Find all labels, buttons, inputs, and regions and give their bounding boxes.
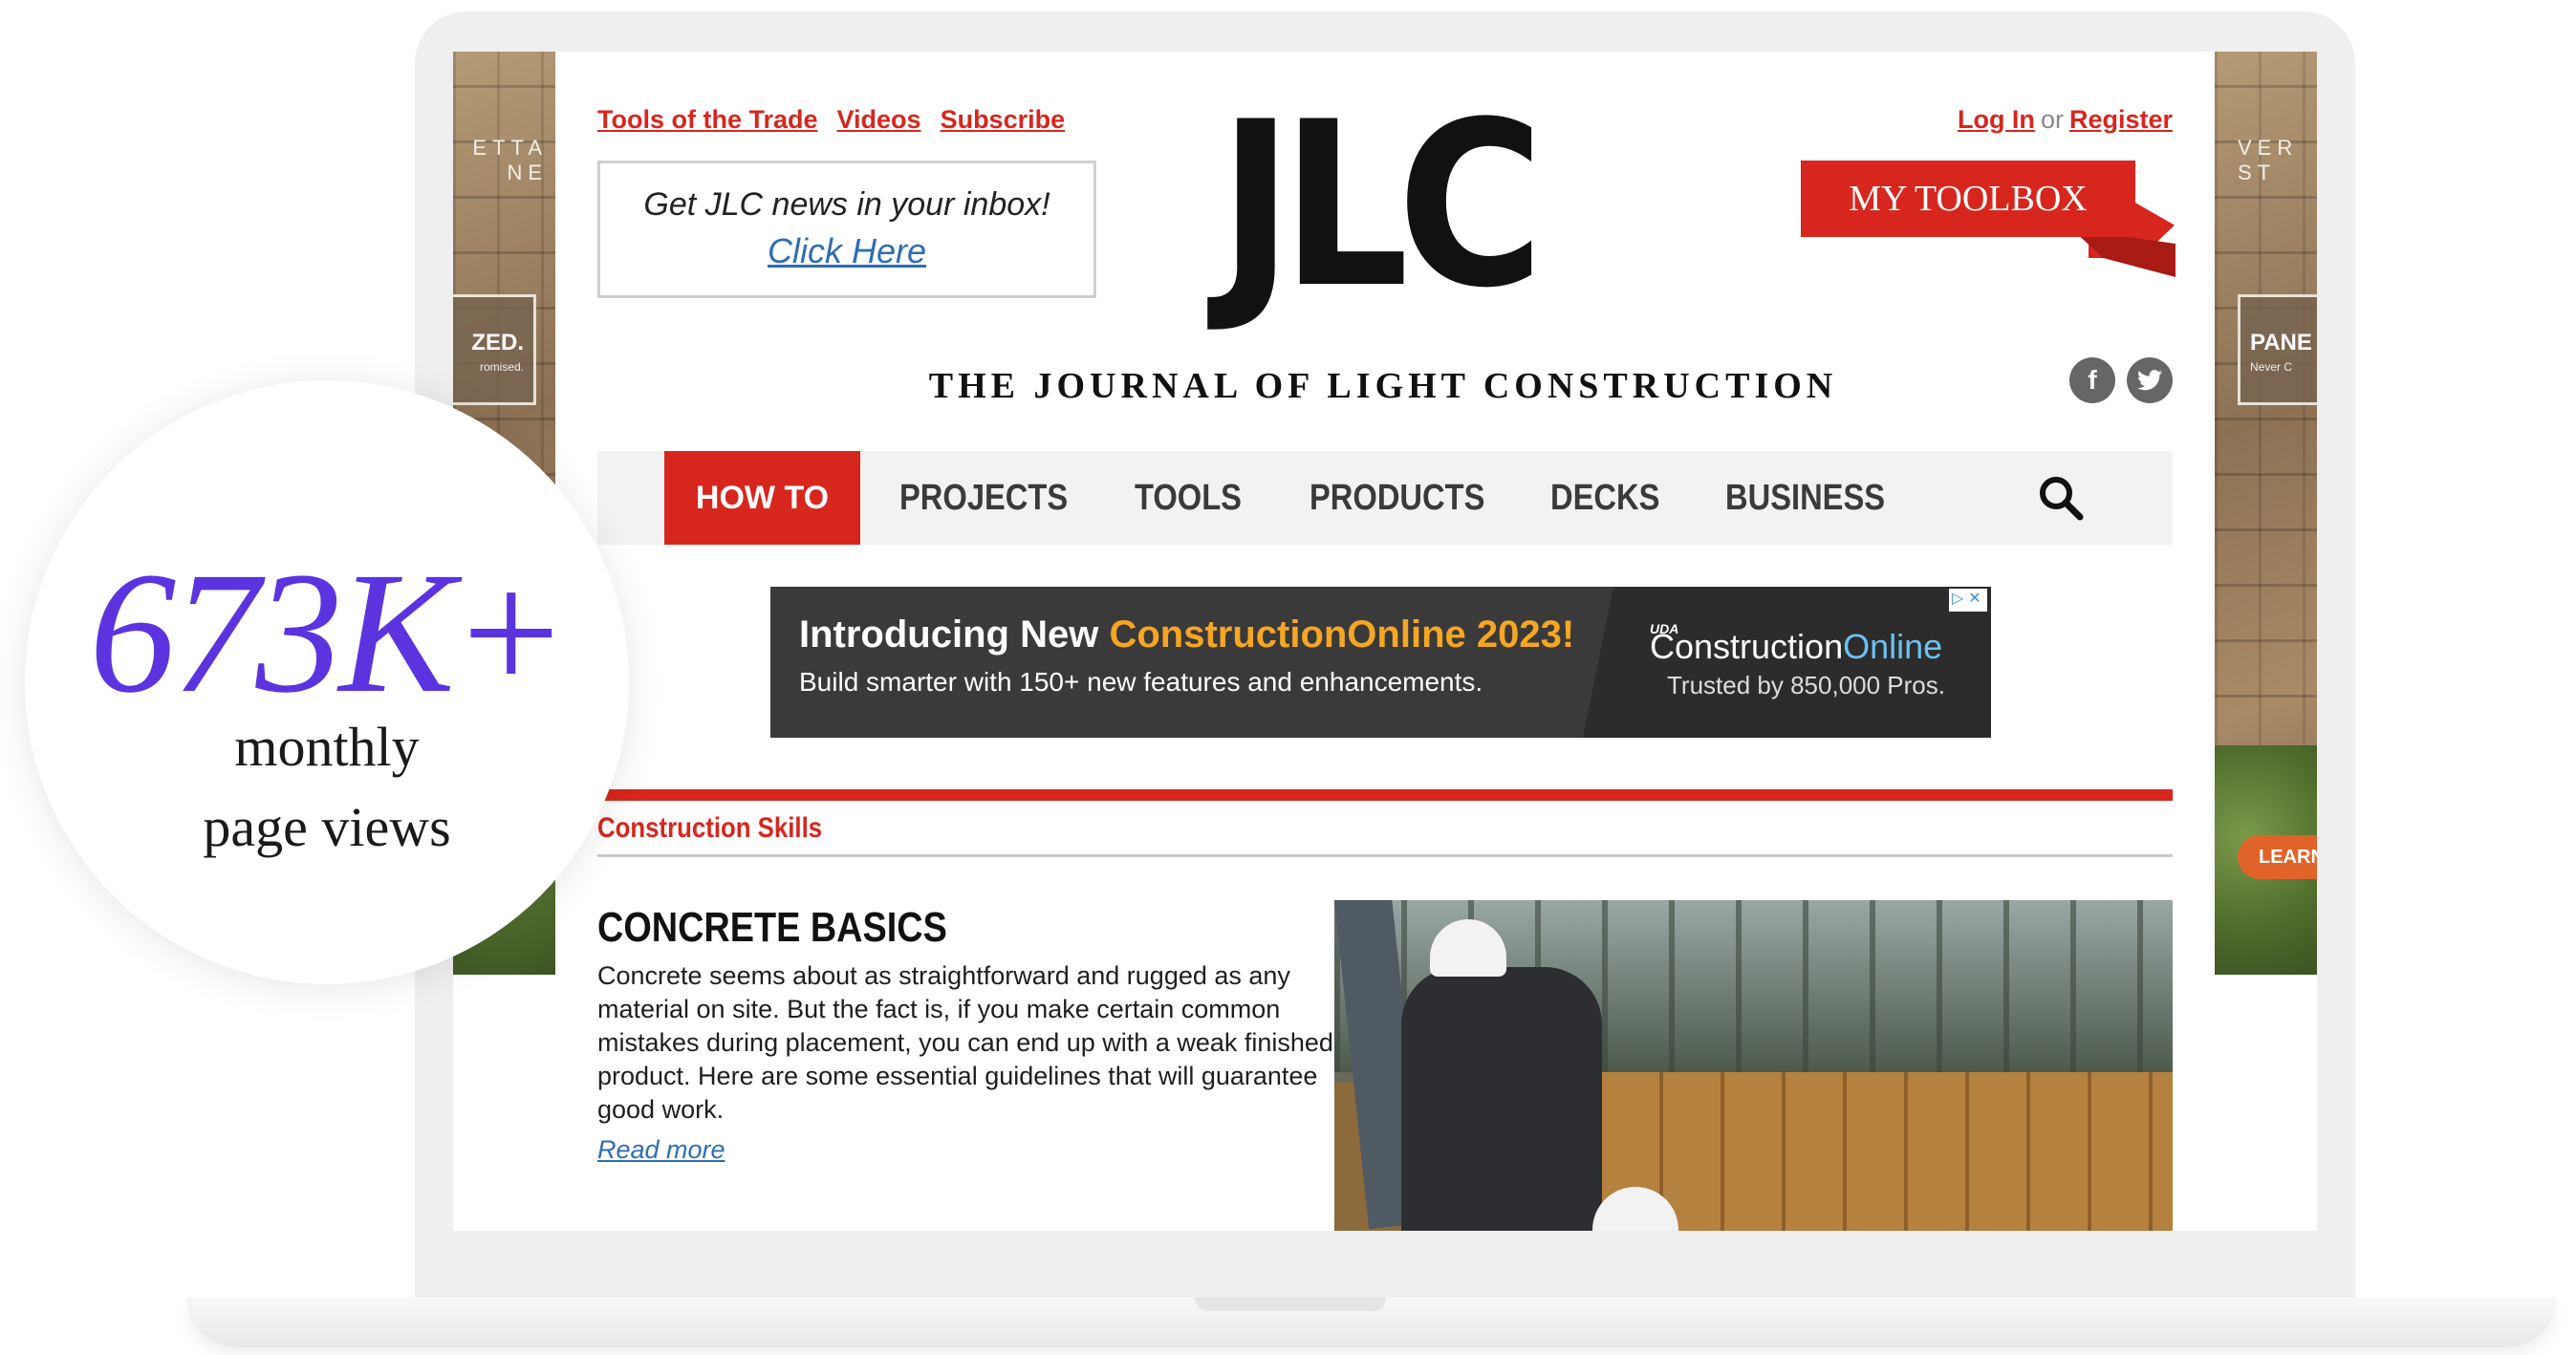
- twitter-bird-glyph: [2137, 370, 2162, 391]
- nav-decks[interactable]: DECKS: [1550, 451, 1659, 545]
- banner-ad-brand: ConstructionOnline: [1650, 627, 1942, 667]
- article-photo[interactable]: [1334, 900, 2173, 1231]
- stat-bubble: 673K+ monthly page views: [25, 380, 629, 984]
- nav-business[interactable]: BUSINESS: [1725, 451, 1885, 545]
- read-more-link[interactable]: Read more: [597, 1135, 725, 1165]
- newsletter-text: Get JLC news in your inbox!: [643, 186, 1050, 223]
- login-or-text: or: [2040, 105, 2064, 134]
- section-label[interactable]: Construction Skills: [597, 812, 822, 845]
- side-ad-brand: VER ST: [2238, 136, 2299, 184]
- side-ad-tag-title: ZED.: [471, 330, 524, 355]
- logo-tagline: THE JOURNAL OF LIGHT CONSTRUCTION: [928, 366, 1838, 406]
- newsletter-box: Get JLC news in your inbox! Click Here: [597, 161, 1096, 298]
- search-icon[interactable]: [2037, 474, 2085, 522]
- photo-worker: [1401, 967, 1602, 1231]
- ad-info-icon: ▷: [1951, 591, 1964, 607]
- side-ad-brand: ETTA NE: [472, 136, 548, 184]
- my-toolbox-button[interactable]: MY TOOLBOX: [1801, 161, 2135, 237]
- link-tools-of-the-trade[interactable]: Tools of the Trade: [597, 105, 818, 134]
- main-nav: HOW TO PROJECTS TOOLS PRODUCTS DECKS BUS…: [597, 451, 2173, 545]
- newsletter-click-here-link[interactable]: Click Here: [600, 231, 1093, 271]
- login-links: Log In or Register: [1958, 105, 2173, 135]
- ad-close-icon[interactable]: ✕: [1966, 589, 1983, 610]
- banner-ad-trusted: Trusted by 850,000 Pros.: [1667, 671, 1945, 699]
- banner-ad-brand-bold: Construction: [1650, 627, 1844, 666]
- banner-ad[interactable]: Introducing New ConstructionOnline 2023!…: [770, 587, 1991, 738]
- nav-tools[interactable]: TOOLS: [1135, 451, 1242, 545]
- banner-ad-subline: Build smarter with 150+ new features and…: [799, 667, 1483, 697]
- jlc-site: Tools of the Trade Videos Subscribe Get JL…: [597, 52, 2176, 1231]
- ad-choices-icon[interactable]: ▷ ✕: [1949, 589, 1987, 612]
- article-summary: Concrete seems about as straightforward …: [597, 961, 1333, 1124]
- stat-label-line1: monthly: [234, 716, 420, 778]
- section-divider: [597, 789, 2173, 801]
- side-ad-tag-title: PANE: [2250, 330, 2312, 355]
- banner-ad-headline: Introducing New ConstructionOnline 2023!: [799, 613, 1574, 656]
- side-ad-tag-sub: Never C: [2250, 360, 2293, 374]
- side-ad-learn-button[interactable]: LEARN: [2238, 835, 2317, 879]
- nav-projects[interactable]: PROJECTS: [899, 451, 1068, 545]
- stat-label-line2: page views: [203, 796, 451, 858]
- banner-ad-headline-prefix: Introducing New: [799, 613, 1110, 656]
- link-subscribe[interactable]: Subscribe: [941, 105, 1066, 134]
- banner-ad-headline-accent: ConstructionOnline 2023!: [1109, 613, 1575, 656]
- register-link[interactable]: Register: [2069, 105, 2173, 134]
- nav-how-to[interactable]: HOW TO: [664, 451, 860, 545]
- stat-label: monthly page views: [25, 707, 629, 868]
- photo-concrete-form: [1602, 1072, 2173, 1231]
- banner-ad-brand-light: Online: [1843, 627, 1943, 666]
- twitter-icon[interactable]: [2127, 357, 2173, 403]
- side-ad-right[interactable]: VER ST PANE Never C LEARN: [2215, 52, 2317, 975]
- stat-value: 673K+: [89, 537, 568, 729]
- log-in-link[interactable]: Log In: [1958, 105, 2035, 134]
- browser-screen: ETTA NE ZED. romised. VER ST PANE Never …: [453, 52, 2317, 1231]
- side-ad-tag: PANE Never C: [2238, 294, 2317, 405]
- jlc-logo[interactable]: JLC: [1219, 93, 1544, 320]
- link-videos[interactable]: Videos: [837, 105, 921, 134]
- section-underline: [597, 854, 2173, 857]
- top-links: Tools of the Trade Videos Subscribe: [597, 105, 1084, 135]
- side-ad-tag-sub: romised.: [479, 360, 524, 374]
- facebook-icon[interactable]: f: [2069, 357, 2115, 403]
- nav-products[interactable]: PRODUCTS: [1310, 451, 1484, 545]
- laptop-notch: [1195, 1298, 1386, 1311]
- article-title[interactable]: CONCRETE BASICS: [597, 904, 947, 952]
- side-ad-tag: ZED. romised.: [453, 294, 536, 405]
